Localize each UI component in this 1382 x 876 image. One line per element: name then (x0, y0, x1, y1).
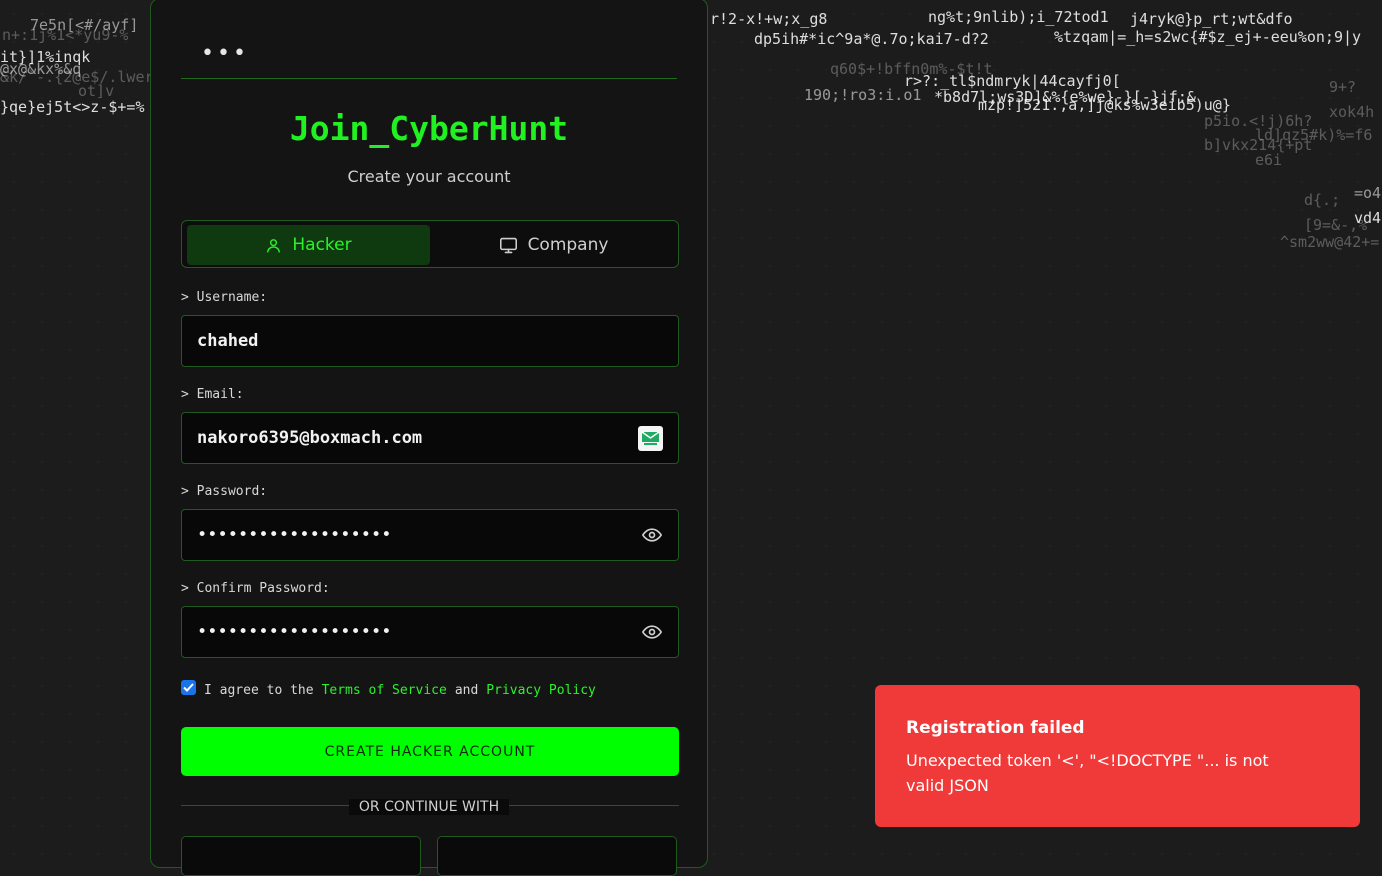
terms-and: and (454, 683, 479, 698)
toast-title: Registration failed (906, 718, 1085, 738)
background-rain: ^sm2ww@42+= (1280, 233, 1380, 251)
background-rain: 9+? (1329, 78, 1357, 96)
menu-dots-icon[interactable]: ••• (201, 41, 249, 66)
toast-message: Unexpected token '<', "<!DOCTYPE "... is… (906, 751, 1269, 795)
username-field[interactable]: chahed (181, 315, 679, 367)
confirm-password-value: ••••••••••••••••••• (197, 622, 392, 642)
background-rain: ng%t;9nlib);i_72tod1 (928, 8, 1109, 26)
background-rain: r>?:_tl$ndmryk|44cayfj0[ (904, 72, 1121, 90)
page-title: Join_CyberHunt (289, 109, 569, 148)
create-account-button[interactable]: CREATE HACKER ACCOUNT (181, 727, 679, 776)
password-value: ••••••••••••••••••• (197, 525, 392, 545)
email-label: > Email: (181, 387, 244, 402)
email-field[interactable]: nakoro6395@boxmach.com (181, 412, 679, 464)
terms-of-service-link[interactable]: Terms of Service (322, 683, 447, 698)
continue-divider-label-wrap: OR CONTINUE WITH (151, 796, 707, 815)
tab-hacker[interactable]: Hacker (187, 225, 430, 265)
tab-company[interactable]: Company (432, 225, 675, 265)
error-toast: Registration failed Unexpected token '<'… (875, 685, 1360, 827)
background-rain: vd4 (1354, 209, 1382, 227)
continue-divider-label: OR CONTINUE WITH (348, 799, 510, 815)
tab-label: Hacker (292, 235, 352, 255)
background-rain: [9=&-,% (1304, 216, 1368, 234)
background-rain: e6i (1255, 151, 1283, 169)
account-type-tabs: Hacker Company (181, 220, 679, 268)
page-subtitle: Create your account (347, 167, 511, 186)
terms-prefix: I agree to the (204, 683, 314, 698)
email-value: nakoro6395@boxmach.com (197, 428, 423, 448)
background-rain: %tzqam|=_h=s2wc{#$z_ej+-eeu%on;9|y (1054, 28, 1362, 46)
background-rain: 7e5n[<#/ayf] (30, 16, 139, 34)
user-icon (265, 237, 282, 254)
privacy-policy-link[interactable]: Privacy Policy (486, 683, 596, 698)
terms-checkbox[interactable] (181, 680, 196, 695)
background-rain: }qe}ej5t<>z-$+=% (0, 98, 145, 116)
background-rain: it}]1%inqk (0, 48, 91, 66)
password-label: > Password: (181, 484, 268, 499)
background-rain: =o4 (1354, 184, 1382, 202)
password-field[interactable]: ••••••••••••••••••• (181, 509, 679, 561)
sso-button[interactable] (181, 836, 421, 876)
signup-card: ••• Join_CyberHunt Create your account H… (150, 0, 708, 876)
background-rain: dp5ih#*ic^9a*@.7o;kai7-d?2 (754, 30, 989, 48)
background-rain: d{.; (1304, 191, 1341, 209)
background-rain: *b8d7l;ws3D]&%{e%we}-}[-}jf:& (934, 88, 1196, 106)
sso-button[interactable] (437, 836, 677, 876)
eye-icon[interactable] (641, 621, 663, 643)
background-rain: @x@&kx%&q (0, 60, 82, 78)
monitor-icon (499, 237, 518, 254)
terms-agreement: I agree to the Terms of Service and Priv… (181, 680, 596, 698)
background-rain: ld]qz5#k)%=f6 (1255, 126, 1373, 144)
background-rain: j4ryk@}p_rt;wt&dfo (1130, 10, 1293, 28)
tempmail-extension-icon[interactable] (638, 425, 663, 451)
background-rain: &k/`-.{2@e$/.lwera (0, 68, 163, 86)
confirm-password-label: > Confirm Password: (181, 581, 330, 596)
background-rain: n+:1j%1<*yu9-% (2, 26, 129, 44)
background-rain: ot]v (78, 82, 115, 100)
confirm-password-field[interactable]: ••••••••••••••••••• (181, 606, 679, 658)
tab-label: Company (527, 235, 609, 255)
background-rain: p5io.<!j)6h? (1204, 112, 1313, 130)
eye-icon[interactable] (641, 524, 663, 546)
background-rain: b]vkx214{+pt (1204, 136, 1313, 154)
background-rain: r!2-x!+w;x_g8 (710, 10, 828, 28)
background-rain: mzp!]521.,a,]j@ks%w3eib5)u@} (978, 96, 1231, 114)
header-divider (181, 78, 677, 79)
background-rain: xok4h (1329, 103, 1375, 121)
background-rain: q60$+!bffn0m%-$t!t (830, 60, 993, 78)
background-rain: 190;!ro3:i.o1 (804, 86, 922, 104)
username-label: > Username: (181, 290, 268, 305)
username-value: chahed (197, 331, 259, 351)
